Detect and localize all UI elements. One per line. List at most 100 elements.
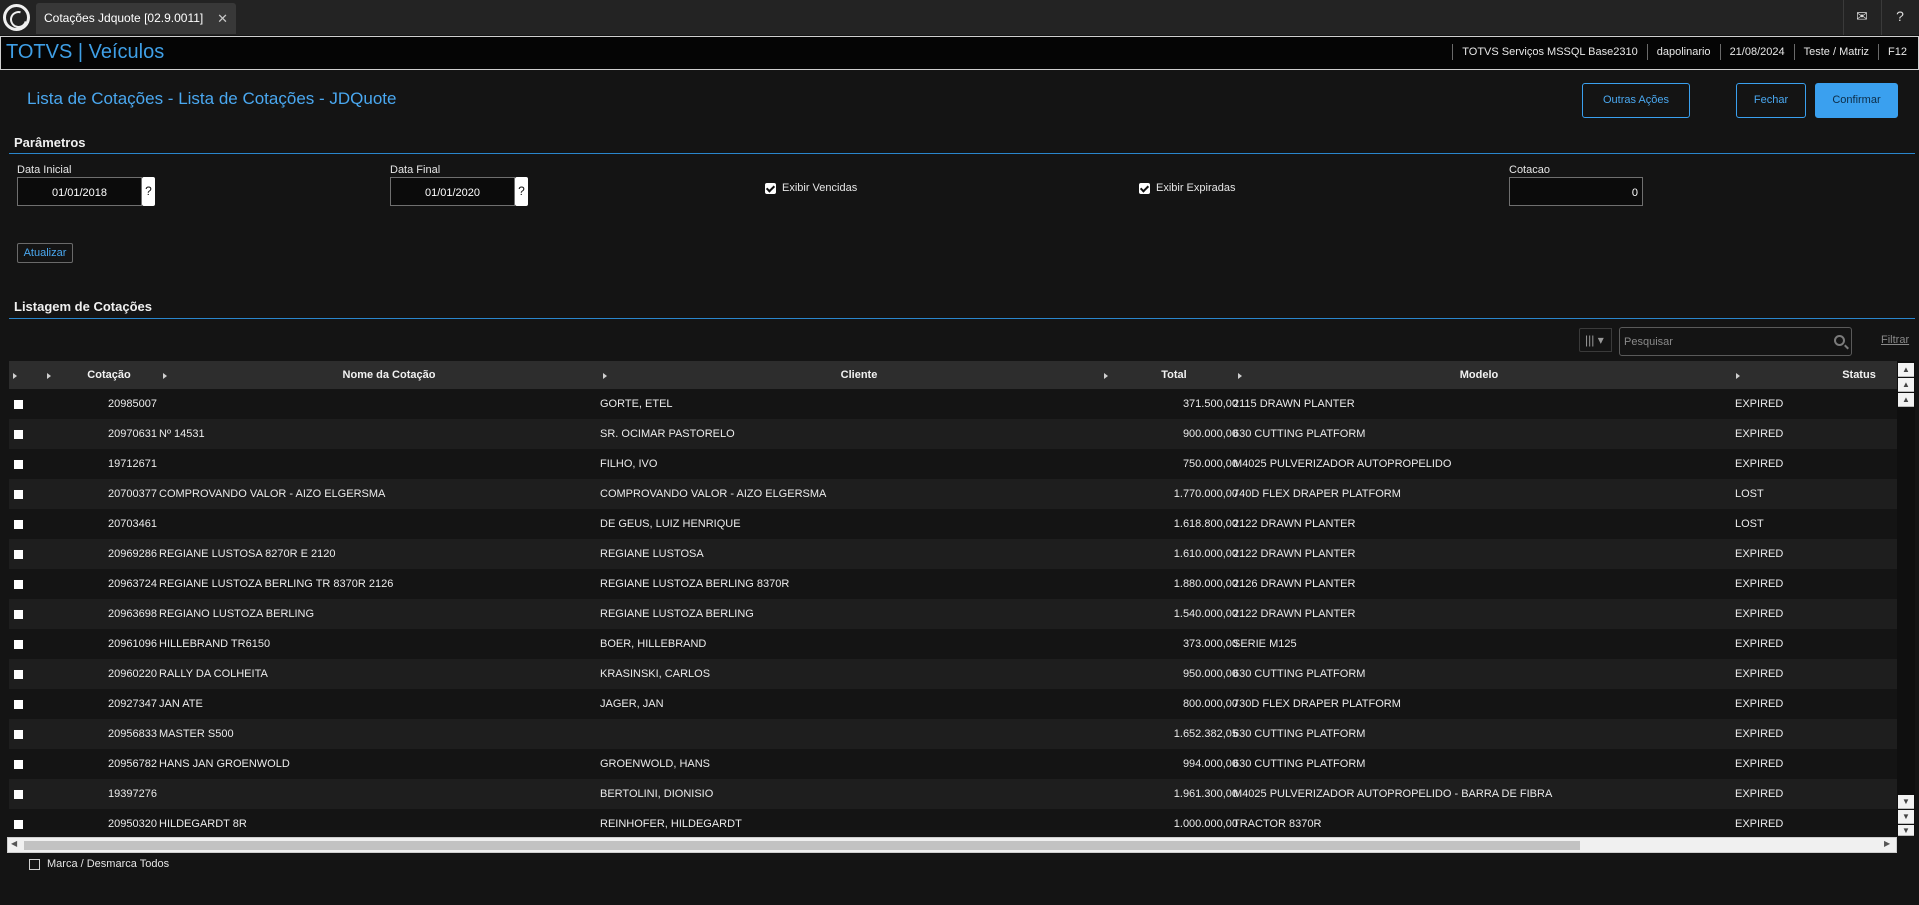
table-row[interactable]: 20960220 RALLY DA COLHEITA KRASINSKI, CARL… <box>9 659 1897 689</box>
cotacao-field[interactable]: 0 <box>1509 177 1643 206</box>
column-header-modelo[interactable]: Modelo <box>1409 361 1549 389</box>
cell-cliente: GROENWOLD, HANS <box>600 758 711 770</box>
cell-total: 750.000,00 <box>1182 458 1238 470</box>
row-checkbox[interactable] <box>14 790 23 799</box>
table-row[interactable]: 20956782 HANS JAN GROENWOLD GROENWOLD, HAN… <box>9 749 1897 779</box>
row-checkbox[interactable] <box>14 460 23 469</box>
table-row[interactable]: 20700377 COMPROVANDO VALOR - AIZO ELGERSM… <box>9 479 1897 509</box>
table-row[interactable]: 19397276 BERTOLINI, DIONISIO 1.961.300,00 M… <box>9 779 1897 809</box>
scroll-top-icon[interactable]: ▲ <box>1898 363 1914 377</box>
cell-cliente: REGIANE LUSTOZA BERLING <box>600 608 754 620</box>
cell-modelo: SERIE M125 <box>1233 638 1297 650</box>
table-row[interactable]: 20703461 DE GEUS, LUIZ HENRIQUE 1.618.800,… <box>9 509 1897 539</box>
cell-status: EXPIRED <box>1735 668 1784 680</box>
system-date[interactable]: 21/08/2024 <box>1719 44 1794 60</box>
scroll-right-icon[interactable]: ▶ <box>1884 839 1890 848</box>
filter-link[interactable]: Filtrar <box>1881 334 1909 346</box>
close-button[interactable]: Fechar <box>1736 83 1806 118</box>
brand-title[interactable]: TOTVS | Veículos <box>6 41 164 64</box>
row-checkbox[interactable] <box>14 520 23 529</box>
row-checkbox[interactable] <box>14 430 23 439</box>
cell-total: 371.500,00 <box>1182 398 1238 410</box>
user-name[interactable]: dapolinario <box>1646 44 1720 60</box>
cell-total: 900.000,00 <box>1182 428 1238 440</box>
select-all-checkbox[interactable] <box>29 859 40 870</box>
cell-nome <box>159 509 599 539</box>
row-checkbox[interactable] <box>14 550 23 559</box>
horizontal-scroll-thumb[interactable] <box>24 841 1580 850</box>
cell-nome: MASTER S500 <box>159 728 234 740</box>
totvs-logo-icon[interactable] <box>3 4 30 31</box>
table-row[interactable]: 20969286 REGIANE LUSTOSA 8270R E 2120 REGI… <box>9 539 1897 569</box>
other-actions-button[interactable]: Outras Ações <box>1582 83 1690 118</box>
scroll-up-icon[interactable]: ▲ <box>1898 393 1914 407</box>
row-checkbox[interactable] <box>14 670 23 679</box>
cell-total: 1.652.382,05 <box>1173 728 1238 740</box>
table-row[interactable]: 20950320 HILDEGARDT 8R REINHOFER, HILDEGAR… <box>9 809 1897 836</box>
table-row[interactable]: 20927347 JAN ATE JAGER, JAN 800.000,00 730D … <box>9 689 1897 719</box>
row-checkbox[interactable] <box>14 760 23 769</box>
listing-section-title: Listagem de Cotações <box>14 299 152 314</box>
row-checkbox[interactable] <box>14 640 23 649</box>
row-checkbox[interactable] <box>14 580 23 589</box>
cell-cliente: REINHOFER, HILDEGARDT <box>600 818 742 830</box>
column-header-status[interactable]: Status <box>1819 361 1897 389</box>
cell-nome: Nº 14531 <box>159 428 205 440</box>
table-row[interactable]: 20985007 GORTE, ETEL 371.500,00 2115 DRAWN … <box>9 389 1897 419</box>
cell-cotacao: 20963698 <box>108 608 157 620</box>
cell-nome: REGIANE LUSTOSA 8270R E 2120 <box>159 548 336 560</box>
help-icon[interactable]: ? <box>1881 0 1918 35</box>
branch-name[interactable]: Teste / Matriz <box>1793 44 1878 60</box>
data-final-field[interactable]: 01/01/2020 <box>390 177 515 206</box>
cell-modelo: 630 CUTTING PLATFORM <box>1233 668 1366 680</box>
mail-icon[interactable]: ✉ <box>1843 0 1880 35</box>
hotkey-label[interactable]: F12 <box>1878 44 1916 60</box>
data-inicial-help-button[interactable]: ? <box>142 177 155 206</box>
close-icon[interactable]: ✕ <box>217 11 228 27</box>
column-header-total[interactable]: Total <box>1129 361 1219 389</box>
scroll-left-icon[interactable]: ◀ <box>11 839 17 848</box>
scroll-down-icon[interactable]: ▼ <box>1898 795 1914 809</box>
server-name[interactable]: TOTVS Serviços MSSQL Base2310 <box>1452 44 1646 60</box>
session-info: TOTVS Serviços MSSQL Base2310 dapolinari… <box>1452 44 1916 60</box>
row-checkbox[interactable] <box>14 700 23 709</box>
row-checkbox[interactable] <box>14 490 23 499</box>
table-row[interactable]: 20963724 REGIANE LUSTOZA BERLING TR 8370R… <box>9 569 1897 599</box>
search-icon[interactable] <box>1834 335 1845 346</box>
row-checkbox[interactable] <box>14 820 23 829</box>
column-header-cliente[interactable]: Cliente <box>769 361 949 389</box>
cell-nome <box>159 389 599 419</box>
data-inicial-field[interactable]: 01/01/2018 <box>17 177 142 206</box>
table-row[interactable]: 20963698 REGIANO LUSTOZA BERLING REGIANE L… <box>9 599 1897 629</box>
refresh-button[interactable]: Atualizar <box>17 243 73 263</box>
columns-menu-button[interactable]: ||| ▾ <box>1579 328 1612 352</box>
row-checkbox[interactable] <box>14 730 23 739</box>
tab-cotacoes-jdquote[interactable]: Cotações Jdquote [02.9.0011] ✕ <box>36 3 236 34</box>
table-row[interactable]: 19712671 FILHO, IVO 750.000,00 M4025 PULVER… <box>9 449 1897 479</box>
row-checkbox[interactable] <box>14 610 23 619</box>
cell-cotacao: 20950320 <box>108 818 157 830</box>
cell-modelo: M4025 PULVERIZADOR AUTOPROPELIDO <box>1233 458 1452 470</box>
listing-divider <box>9 318 1915 319</box>
exibir-vencidas-checkbox[interactable] <box>765 183 776 194</box>
table-row[interactable]: 20956833 MASTER S500 1.652.382,05 630 CUTTI… <box>9 719 1897 749</box>
confirm-button[interactable]: Confirmar <box>1815 83 1898 118</box>
row-checkbox[interactable] <box>14 400 23 409</box>
column-header-cotacao[interactable]: Cotação <box>69 361 149 389</box>
cell-cliente: COMPROVANDO VALOR - AIZO ELGERSMA <box>600 488 827 500</box>
horizontal-scrollbar[interactable]: ◀ ▶ <box>7 837 1897 853</box>
cell-cliente: DE GEUS, LUIZ HENRIQUE <box>600 518 741 530</box>
search-input[interactable]: Pesquisar <box>1619 327 1852 356</box>
cell-cotacao: 20700377 <box>108 488 157 500</box>
table-row[interactable]: 20970631 Nº 14531 SR. OCIMAR PASTORELO 900.… <box>9 419 1897 449</box>
column-header-nome[interactable]: Nome da Cotação <box>249 361 529 389</box>
exibir-expiradas-checkbox[interactable] <box>1139 183 1150 194</box>
cell-modelo: 2126 DRAWN PLANTER <box>1233 578 1356 590</box>
data-final-help-button[interactable]: ? <box>515 177 528 206</box>
table-row[interactable]: 20961096 HILLEBRAND TR6150 BOER, HILLEBRAN… <box>9 629 1897 659</box>
scroll-page-up-icon[interactable]: ▲ <box>1898 378 1914 392</box>
vertical-scrollbar[interactable]: ▲ ▲ ▲ ▼ ▼ ▼ <box>1897 361 1915 836</box>
scroll-bottom-icon[interactable]: ▼ <box>1898 825 1914 836</box>
scroll-page-down-icon[interactable]: ▼ <box>1898 810 1914 824</box>
cell-nome: REGIANE LUSTOZA BERLING TR 8370R 2126 <box>159 578 394 590</box>
